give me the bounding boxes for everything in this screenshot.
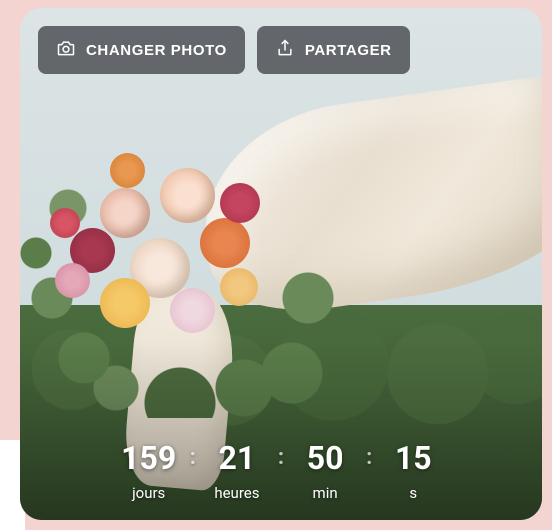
action-buttons: CHANGER PHOTO PARTAGER: [38, 26, 410, 74]
countdown-hours-value: 21: [219, 442, 256, 474]
countdown-days: 159 jours: [114, 442, 184, 502]
photo-countdown-card: CHANGER PHOTO PARTAGER 159 jours : 21 he…: [20, 8, 542, 520]
countdown-timer: 159 jours : 21 heures : 50 min : 15 s: [20, 442, 542, 502]
countdown-seconds-value: 15: [395, 442, 432, 474]
countdown-minutes-value: 50: [307, 442, 344, 474]
countdown-minutes: 50 min: [290, 442, 360, 502]
countdown-hours-label: heures: [214, 484, 259, 502]
countdown-days-label: jours: [132, 484, 165, 502]
countdown-separator: :: [276, 442, 286, 474]
countdown-separator: :: [188, 442, 198, 474]
camera-icon: [56, 38, 76, 62]
change-photo-label: CHANGER PHOTO: [86, 42, 227, 59]
countdown-minutes-label: min: [313, 484, 338, 502]
share-label: PARTAGER: [305, 42, 392, 59]
countdown-seconds: 15 s: [378, 442, 448, 502]
share-icon: [275, 38, 295, 62]
share-button[interactable]: PARTAGER: [257, 26, 410, 74]
countdown-hours: 21 heures: [202, 442, 272, 502]
countdown-seconds-label: s: [409, 484, 417, 502]
change-photo-button[interactable]: CHANGER PHOTO: [38, 26, 245, 74]
countdown-days-value: 159: [121, 442, 176, 474]
countdown-separator: :: [364, 442, 374, 474]
